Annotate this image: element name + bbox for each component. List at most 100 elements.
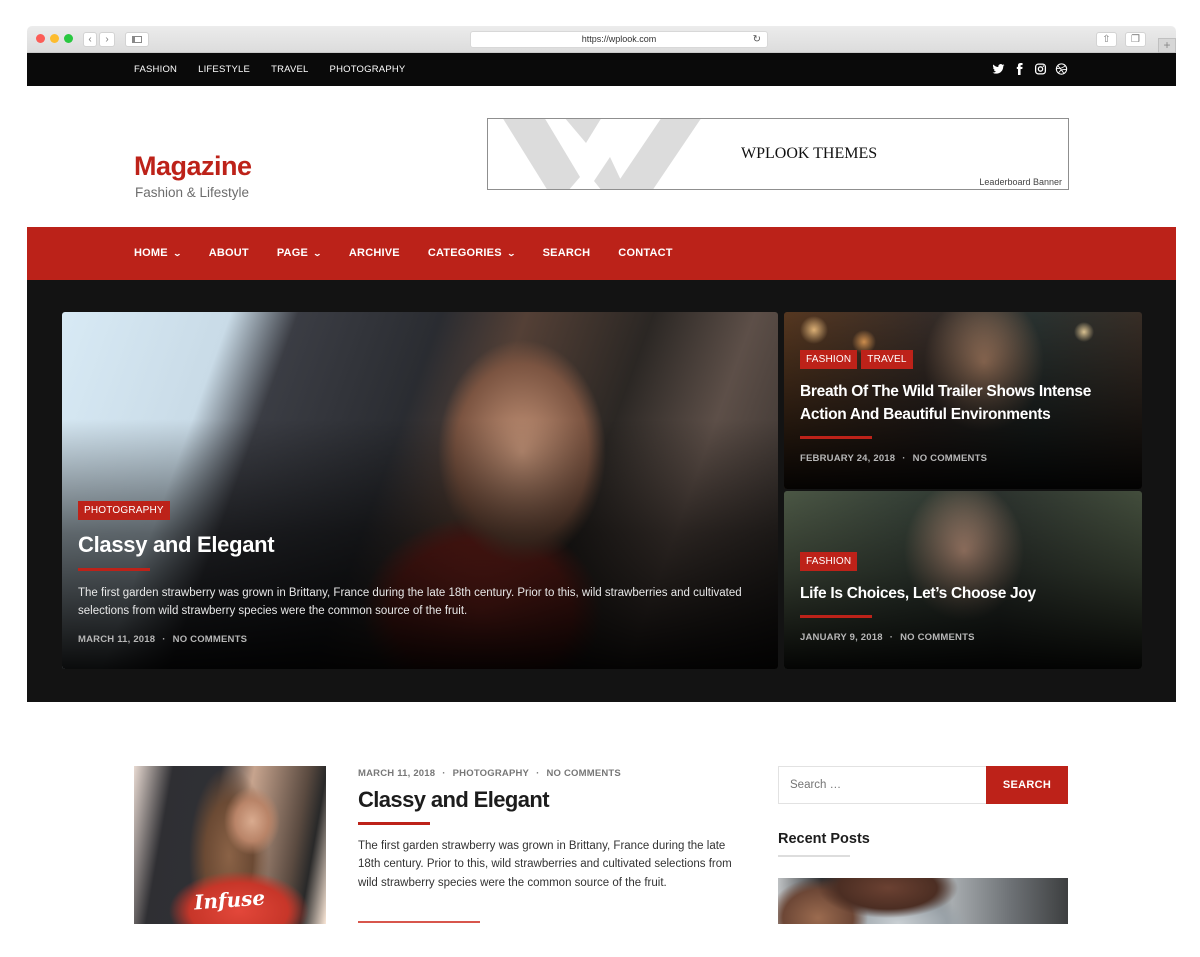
chevron-down-icon: ⌄ bbox=[312, 249, 323, 258]
twitter-icon[interactable] bbox=[992, 62, 1005, 76]
featured-posts: PHOTOGRAPHY Classy and Elegant The first… bbox=[27, 280, 1176, 702]
post-tags: FASHION bbox=[800, 552, 1126, 571]
post-title[interactable]: Classy and Elegant bbox=[78, 532, 762, 558]
post-comments[interactable]: NO COMMENTS bbox=[900, 632, 975, 643]
post-title[interactable]: Classy and Elegant bbox=[358, 787, 550, 813]
meta-separator: · bbox=[902, 453, 906, 464]
meta-separator: · bbox=[889, 632, 894, 643]
nav-contact[interactable]: CONTACT bbox=[618, 227, 672, 280]
chevron-right-icon: › bbox=[105, 34, 109, 45]
chevron-down-icon: ⌄ bbox=[506, 249, 517, 258]
nav-about[interactable]: ABOUT bbox=[209, 227, 249, 280]
meta-separator: · bbox=[536, 768, 540, 779]
minimize-window-button[interactable] bbox=[50, 34, 59, 43]
banner-title: WPLOOK THEMES bbox=[741, 145, 878, 162]
meta-separator: · bbox=[162, 634, 166, 645]
category-tag[interactable]: FASHION bbox=[800, 350, 858, 369]
close-window-button[interactable] bbox=[36, 34, 45, 43]
top-nav-fashion[interactable]: FASHION bbox=[134, 53, 177, 86]
new-tab-button[interactable]: + bbox=[1158, 38, 1176, 53]
post-meta: MARCH 11, 2018 · PHOTOGRAPHY · NO COMMENTS bbox=[358, 768, 621, 779]
nav-search[interactable]: SEARCH bbox=[543, 227, 591, 280]
category-tag[interactable]: TRAVEL bbox=[861, 350, 913, 369]
back-button[interactable]: ‹ bbox=[83, 32, 97, 47]
browser-window: ‹ › https://wplook.com ↻ ⇧ ❐ + FASHION L… bbox=[27, 26, 1176, 957]
title-underline bbox=[78, 568, 150, 571]
maximize-window-button[interactable] bbox=[64, 34, 73, 43]
top-nav-lifestyle[interactable]: LIFESTYLE bbox=[198, 53, 250, 86]
wplook-logo-icon bbox=[503, 119, 701, 189]
post-divider bbox=[358, 921, 480, 923]
post-thumbnail[interactable]: Infuse bbox=[134, 766, 326, 924]
title-underline bbox=[800, 436, 872, 439]
top-bar: FASHION LIFESTYLE TRAVEL PHOTOGRAPHY bbox=[27, 53, 1176, 86]
address-bar[interactable]: https://wplook.com ↻ bbox=[470, 31, 768, 48]
facebook-icon[interactable] bbox=[1013, 62, 1026, 76]
search-button[interactable]: SEARCH bbox=[986, 766, 1068, 804]
post-comments[interactable]: NO COMMENTS bbox=[173, 634, 248, 645]
post-excerpt: The first garden strawberry was grown in… bbox=[78, 587, 742, 617]
dribbble-icon[interactable] bbox=[1055, 62, 1068, 76]
instagram-icon[interactable] bbox=[1034, 62, 1047, 76]
post-date: MARCH 11, 2018 bbox=[358, 768, 436, 779]
nav-archive[interactable]: ARCHIVE bbox=[349, 227, 400, 280]
featured-post-main[interactable]: PHOTOGRAPHY Classy and Elegant The first… bbox=[62, 312, 778, 669]
recent-post-image[interactable] bbox=[778, 878, 1068, 924]
post-tags: PHOTOGRAPHY bbox=[78, 501, 762, 520]
post-comments[interactable]: NO COMMENTS bbox=[546, 768, 621, 779]
post-meta: FEBRUARY 24, 2018 · NO COMMENTS bbox=[800, 453, 1126, 464]
main-navigation: HOME ⌄ ABOUT PAGE ⌄ ARCHIVE CATEGORIES ⌄ SE… bbox=[27, 227, 1176, 280]
widget-title-underline bbox=[778, 855, 850, 857]
thumbnail-shirt-text: Infuse bbox=[193, 885, 266, 915]
title-underline bbox=[358, 822, 430, 825]
share-icon: ⇧ bbox=[1102, 34, 1111, 45]
top-nav: FASHION LIFESTYLE TRAVEL PHOTOGRAPHY bbox=[134, 53, 426, 86]
sidebar-toggle-button[interactable] bbox=[125, 32, 149, 47]
recent-posts-title: Recent Posts bbox=[778, 831, 870, 847]
share-button[interactable]: ⇧ bbox=[1096, 32, 1117, 47]
post-title[interactable]: Life Is Choices, Let’s Choose Joy bbox=[800, 582, 1126, 605]
top-nav-photography[interactable]: PHOTOGRAPHY bbox=[330, 53, 406, 86]
post-meta: MARCH 11, 2018 · NO COMMENTS bbox=[78, 634, 762, 645]
page-viewport: FASHION LIFESTYLE TRAVEL PHOTOGRAPHY Mag… bbox=[27, 53, 1176, 957]
nav-home[interactable]: HOME ⌄ bbox=[134, 227, 183, 280]
post-comments[interactable]: NO COMMENTS bbox=[913, 453, 988, 464]
reload-icon[interactable]: ↻ bbox=[753, 32, 761, 47]
nav-categories-label: CATEGORIES bbox=[427, 247, 502, 259]
forward-button[interactable]: › bbox=[99, 32, 115, 47]
category-tag[interactable]: FASHION bbox=[800, 552, 858, 571]
post-meta: JANUARY 9, 2018 · NO COMMENTS bbox=[800, 632, 1126, 643]
tabs-icon: ❐ bbox=[1131, 34, 1140, 45]
post-date: JANUARY 9, 2018 bbox=[800, 632, 883, 643]
category-tag[interactable]: PHOTOGRAPHY bbox=[78, 501, 170, 520]
nav-categories[interactable]: CATEGORIES ⌄ bbox=[427, 227, 517, 280]
post-date: FEBRUARY 24, 2018 bbox=[800, 453, 896, 464]
browser-toolbar: ‹ › https://wplook.com ↻ ⇧ ❐ + bbox=[27, 26, 1176, 53]
social-links bbox=[992, 62, 1068, 76]
site-tagline: Fashion & Lifestyle bbox=[135, 185, 250, 200]
url-text: https://wplook.com bbox=[581, 34, 657, 44]
nav-search-label: SEARCH bbox=[542, 247, 591, 259]
chevron-left-icon: ‹ bbox=[88, 34, 92, 45]
show-tabs-button[interactable]: ❐ bbox=[1125, 32, 1146, 47]
top-nav-travel[interactable]: TRAVEL bbox=[271, 53, 308, 86]
leaderboard-banner[interactable]: WPLOOK THEMES Leaderboard Banner bbox=[487, 118, 1069, 190]
sidebar-icon bbox=[132, 36, 142, 43]
post-category[interactable]: PHOTOGRAPHY bbox=[453, 768, 529, 779]
nav-home-label: HOME bbox=[134, 247, 168, 259]
nav-contact-label: CONTACT bbox=[618, 247, 673, 259]
nav-about-label: ABOUT bbox=[208, 247, 249, 259]
post-tags: FASHION TRAVEL bbox=[800, 350, 1126, 369]
post-title[interactable]: Breath Of The Wild Trailer Shows Intense… bbox=[800, 380, 1126, 426]
nav-page-label: PAGE bbox=[276, 247, 308, 259]
post-date: MARCH 11, 2018 bbox=[78, 634, 156, 645]
chevron-down-icon: ⌄ bbox=[172, 249, 183, 258]
title-underline bbox=[800, 615, 872, 618]
search-input[interactable] bbox=[778, 766, 987, 804]
post-excerpt: The first garden strawberry was grown in… bbox=[358, 840, 732, 889]
site-title[interactable]: Magazine bbox=[134, 151, 252, 182]
nav-archive-label: ARCHIVE bbox=[348, 247, 400, 259]
featured-post-bottom[interactable]: FASHION Life Is Choices, Let’s Choose Jo… bbox=[784, 491, 1142, 669]
featured-post-top[interactable]: FASHION TRAVEL Breath Of The Wild Traile… bbox=[784, 312, 1142, 489]
nav-page[interactable]: PAGE ⌄ bbox=[276, 227, 323, 280]
